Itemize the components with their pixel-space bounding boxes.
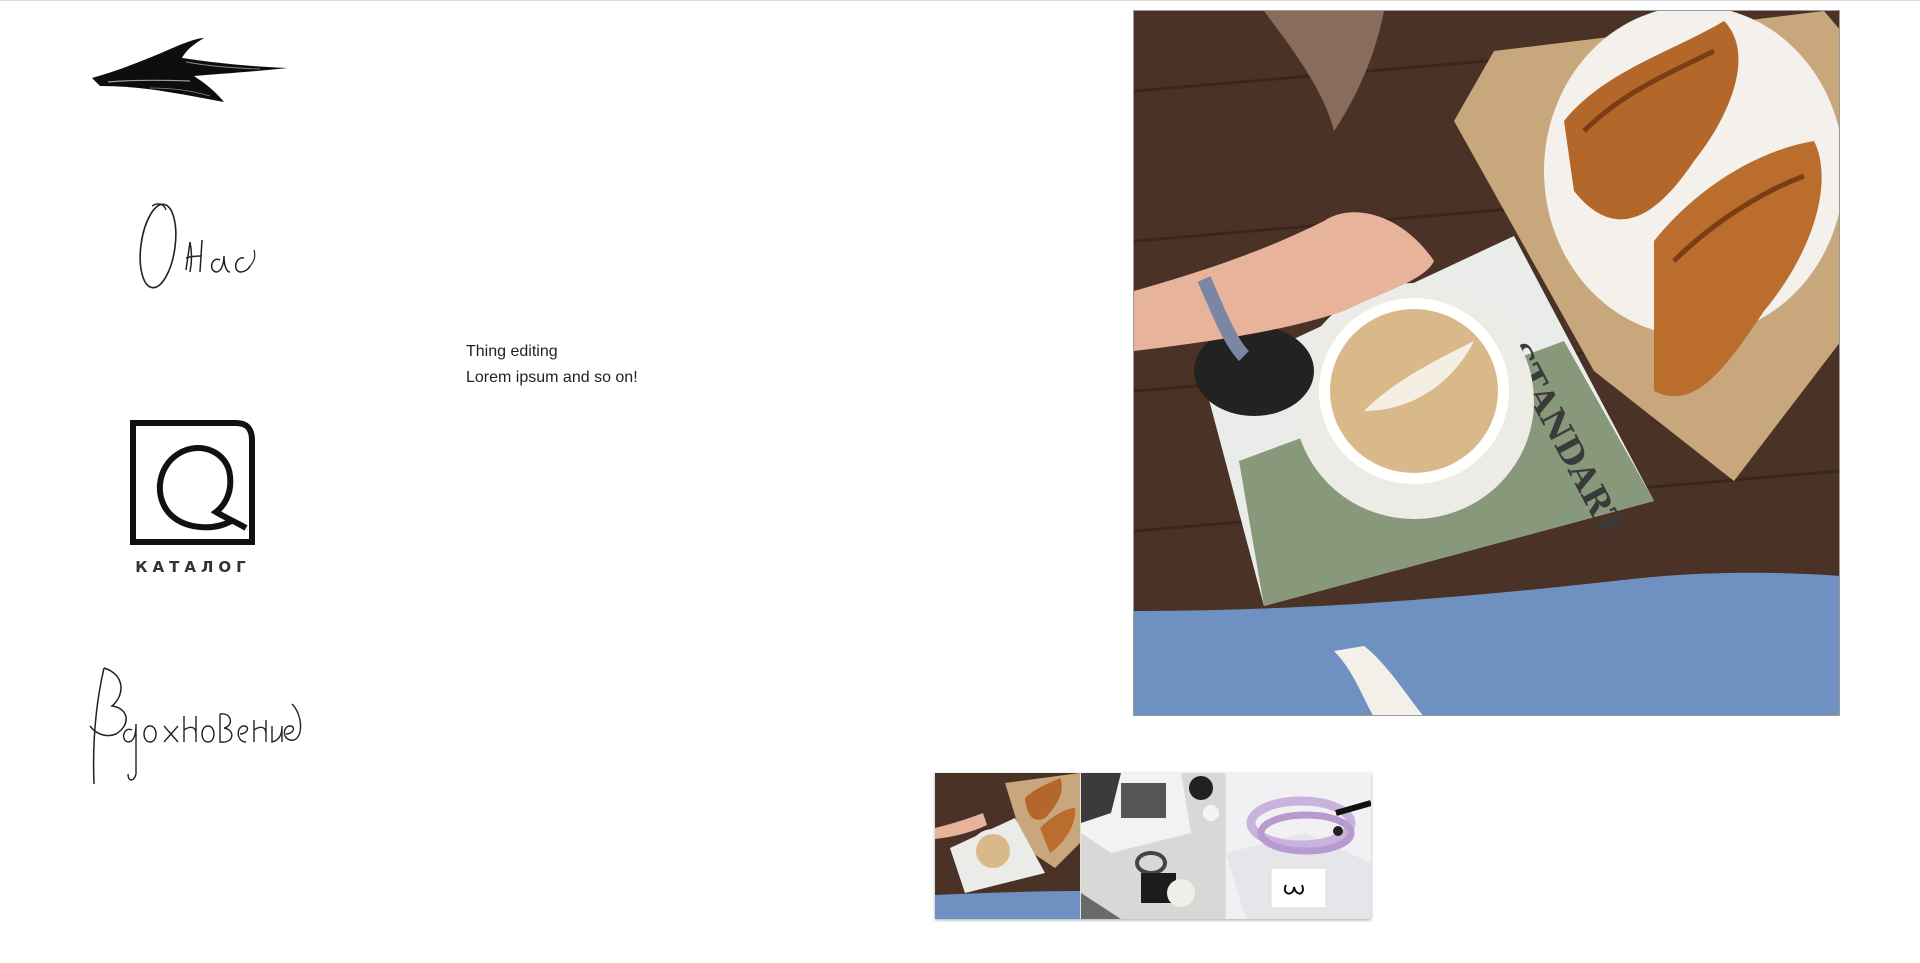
pink-bracelet-thumb — [1226, 773, 1372, 919]
brush-arrow-left-icon — [92, 38, 288, 102]
thumbnail-strip — [935, 773, 1372, 919]
about-script-label — [139, 203, 256, 289]
inspiration-script-label — [89, 667, 302, 785]
inspiration-link[interactable] — [84, 664, 304, 794]
content-title: Thing editing — [466, 343, 558, 360]
thumbnail-2[interactable] — [1079, 773, 1226, 919]
thumbnail-1[interactable] — [935, 773, 1080, 919]
coffee-croissant-photo: STANDART — [1134, 11, 1839, 715]
content-body: Lorem ipsum and so on! — [466, 369, 638, 386]
catalog-logo-icon — [130, 420, 255, 545]
top-divider — [0, 0, 1920, 1]
catalog-label: КАТАЛОГ — [135, 558, 251, 576]
thumbnail-3[interactable] — [1225, 773, 1372, 919]
main-photo: STANDART — [1133, 10, 1840, 716]
content-text: Thing editing Lorem ipsum and so on! — [466, 339, 638, 391]
about-link[interactable] — [128, 200, 258, 304]
back-arrow-button[interactable] — [90, 36, 290, 116]
coffee-croissant-thumb — [935, 773, 1080, 919]
catalog-link[interactable]: КАТАЛОГ — [128, 418, 258, 578]
book-bracelets-thumb — [1080, 773, 1226, 919]
